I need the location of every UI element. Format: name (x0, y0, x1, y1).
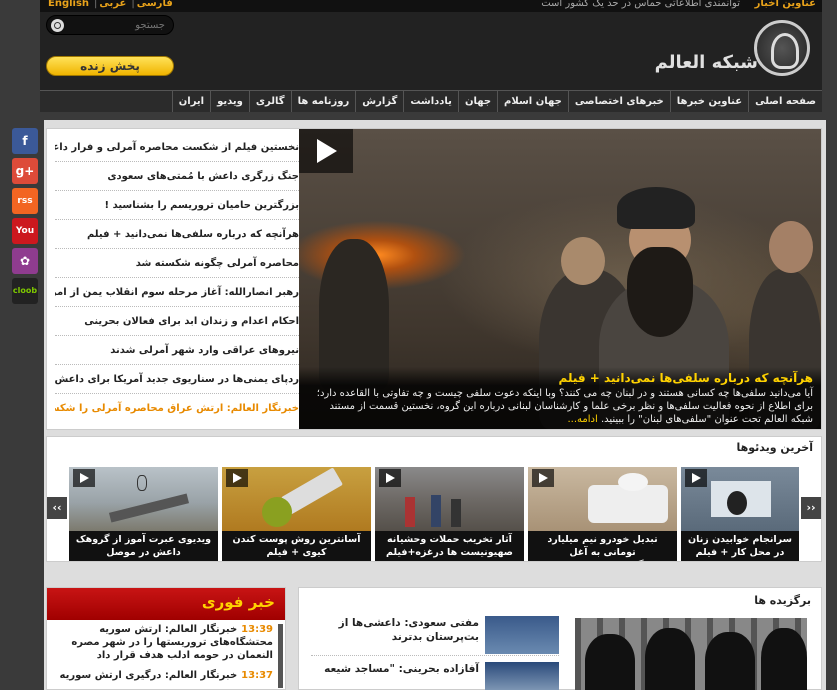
site-header: پخش زنده شبکه العالم (40, 12, 822, 90)
play-icon[interactable] (226, 469, 248, 487)
nav-item-home[interactable]: صفحه اصلی (748, 91, 822, 112)
video-caption: آثار تخریب حملات وحشیانه صهیونیست ها درغ… (386, 534, 513, 558)
youtube-icon[interactable]: You (12, 218, 38, 244)
video-item[interactable]: سرانجام خوابیدن زنان در محل کار + فیلم (681, 467, 799, 561)
site-logo[interactable]: شبکه العالم (655, 18, 816, 82)
nav-item-newspapers[interactable]: روزنامه ها (290, 91, 356, 112)
featured-caption: هرآنچه که درباره سلفی‌ها نمی‌دانید + فیل… (299, 367, 821, 429)
video-caption: آسانترین روش پوست کندن کیوی + فیلم (232, 534, 361, 558)
featured-title[interactable]: هرآنچه که درباره سلفی‌ها نمی‌دانید + فیل… (307, 371, 813, 385)
language-switcher: English | فارسی|عربی (48, 0, 175, 9)
video-item[interactable]: تبدیل خودرو نیم میلیارد تومانی به آغل گو… (528, 467, 677, 561)
headline-item[interactable]: بزرگترین حامیان تروریسم را بشناسید ! (55, 191, 299, 220)
live-stream-button[interactable]: پخش زنده (46, 56, 174, 76)
play-icon[interactable] (685, 469, 707, 487)
play-icon[interactable] (73, 469, 95, 487)
video-item[interactable]: ویدیوی عبرت آموز از گروهک داعش در موصل (69, 467, 218, 561)
headline-item[interactable]: جنگ زرگری داعش با مُمتی‌های سعودی (55, 162, 299, 191)
search-input[interactable] (75, 18, 165, 32)
editors-picks-section: برگزیده ها مفتی سعودی: داعشی‌ها از بت‌پر… (298, 587, 822, 690)
latest-videos-section: آخرین ویدئوها ‹‹ ›› ویدیوی عبرت آموز از … (46, 436, 822, 562)
picks-main-image[interactable] (575, 618, 807, 690)
lang-english[interactable]: English (48, 0, 89, 9)
top-news-section: نخستین فیلم از شکست محاصره آمرلی و فرار … (46, 128, 822, 430)
social-links: f g+ rss You ✿ cloob (12, 128, 38, 308)
search-box (46, 15, 174, 35)
nav-item-exclusive[interactable]: خبرهای اختصاصی (567, 91, 670, 112)
nav-item-world[interactable]: جهان (457, 91, 497, 112)
headline-item[interactable]: ردپای یمنی‌ها در سناریوی جدید آمریکا برا… (55, 365, 299, 394)
lang-arabic[interactable]: عربی (99, 0, 126, 9)
headline-item[interactable]: محاصره آمرلی چگونه شکسته شد (55, 249, 299, 278)
lang-farsi[interactable]: فارسی (137, 0, 173, 9)
lang-separator: | (94, 0, 98, 9)
headline-item[interactable]: هرآنچه که درباره سلفی‌ها نمی‌دانید + فیل… (55, 220, 299, 249)
flower-share-icon[interactable]: ✿ (12, 248, 38, 274)
play-icon[interactable] (299, 129, 353, 173)
headline-item[interactable]: رهبر انصارالله: آغاز مرحله سوم انقلاب یم… (55, 278, 299, 307)
breaking-news-title: خبر فوری (47, 588, 285, 620)
nav-item-islamic-world[interactable]: جهان اسلام (497, 91, 568, 112)
headline-item[interactable]: نخستین فیلم از شکست محاصره آمرلی و فرار … (55, 133, 299, 162)
read-more-link[interactable]: ادامه... (567, 414, 597, 425)
lang-separator: | (131, 0, 135, 9)
picks-item[interactable]: مفتی سعودی: داعشی‌ها از بت‌پرستان بدترند (311, 614, 559, 656)
headline-item[interactable]: احکام اعدام و زندان ابد برای فعالان بحری… (55, 307, 299, 336)
picks-thumbnail[interactable] (485, 616, 559, 654)
carousel-prev-button[interactable]: ‹‹ (47, 497, 67, 519)
breaking-news-time: 13:39 (241, 624, 273, 635)
logo-emblem-icon (754, 20, 810, 76)
play-icon[interactable] (532, 469, 554, 487)
breaking-news-scrollbar[interactable] (278, 624, 283, 688)
featured-summary: آیا می‌دانید سلفی‌ها چه کسانی هستند و در… (316, 388, 813, 425)
search-icon[interactable] (51, 19, 64, 32)
breaking-news-section: خبر فوری 13:39خبرنگار العالم: ارتش سوریه… (46, 587, 286, 690)
headline-item-active[interactable]: خبرنگار العالم: ارتش عراق محاصره آمرلی ر… (55, 394, 299, 423)
rss-icon[interactable]: rss (12, 188, 38, 214)
nav-item-report[interactable]: گزارش (355, 91, 403, 112)
news-ticker-text[interactable]: توانمندی اطلاعاتی حماس در حد یک کشور است (541, 0, 740, 9)
picks-item-title[interactable]: مفتی سعودی: داعشی‌ها از بت‌پرستان بدترند (311, 616, 479, 644)
picks-item-title[interactable]: آفازاده بحرینی: "مساجد شیعه (311, 662, 479, 676)
nav-item-notes[interactable]: یادداشت (403, 91, 458, 112)
main-content: نخستین فیلم از شکست محاصره آمرلی و فرار … (44, 120, 826, 690)
editors-picks-title: برگزیده ها (754, 594, 811, 607)
google-plus-icon[interactable]: g+ (12, 158, 38, 184)
facebook-icon[interactable]: f (12, 128, 38, 154)
picks-thumbnail[interactable] (485, 662, 559, 690)
logo-text: شبکه العالم (654, 52, 758, 73)
headline-item[interactable]: نیروهای عراقی وارد شهر آمرلی شدند (55, 336, 299, 365)
nav-item-gallery[interactable]: گالری (248, 91, 291, 112)
picks-item[interactable]: آفازاده بحرینی: "مساجد شیعه (311, 660, 559, 690)
video-caption: ویدیوی عبرت آموز از گروهک داعش در موصل (75, 534, 212, 558)
breaking-news-text[interactable]: خبرنگار العالم: درگیری ارتش سوریه (60, 670, 238, 681)
video-item[interactable]: آسانترین روش پوست کندن کیوی + فیلم (222, 467, 371, 561)
latest-videos-title: آخرین ویدئوها (736, 441, 813, 454)
play-icon[interactable] (379, 469, 401, 487)
cloob-icon[interactable]: cloob (12, 278, 38, 304)
breaking-news-item[interactable]: 13:39خبرنگار العالم: ارتش سوریه محتشگاه‌… (47, 620, 285, 666)
video-caption: سرانجام خوابیدن زنان در محل کار + فیلم (688, 534, 792, 558)
breaking-news-time: 13:37 (241, 670, 273, 681)
nav-item-iran[interactable]: ایران (171, 91, 210, 112)
nav-item-headlines[interactable]: عناوین خبرها (669, 91, 748, 112)
headline-list: نخستین فیلم از شکست محاصره آمرلی و فرار … (55, 133, 299, 423)
news-ticker-label[interactable]: عناوین اخبار (755, 0, 816, 9)
video-caption: تبدیل خودرو نیم میلیارد تومانی به آغل گو… (547, 534, 658, 561)
main-nav: صفحه اصلی عناوین خبرها خبرهای اختصاصی جه… (40, 90, 822, 112)
featured-story[interactable]: هرآنچه که درباره سلفی‌ها نمی‌دانید + فیل… (299, 129, 821, 429)
top-bar: English | فارسی|عربی توانمندی اطلاعاتی حما… (40, 0, 822, 12)
video-item[interactable]: آثار تخریب حملات وحشیانه صهیونیست ها درغ… (375, 467, 524, 561)
breaking-news-item[interactable]: 13:37خبرنگار العالم: درگیری ارتش سوریه (47, 666, 285, 686)
carousel-next-button[interactable]: ›› (801, 497, 821, 519)
nav-item-video[interactable]: ویدیو (210, 91, 249, 112)
